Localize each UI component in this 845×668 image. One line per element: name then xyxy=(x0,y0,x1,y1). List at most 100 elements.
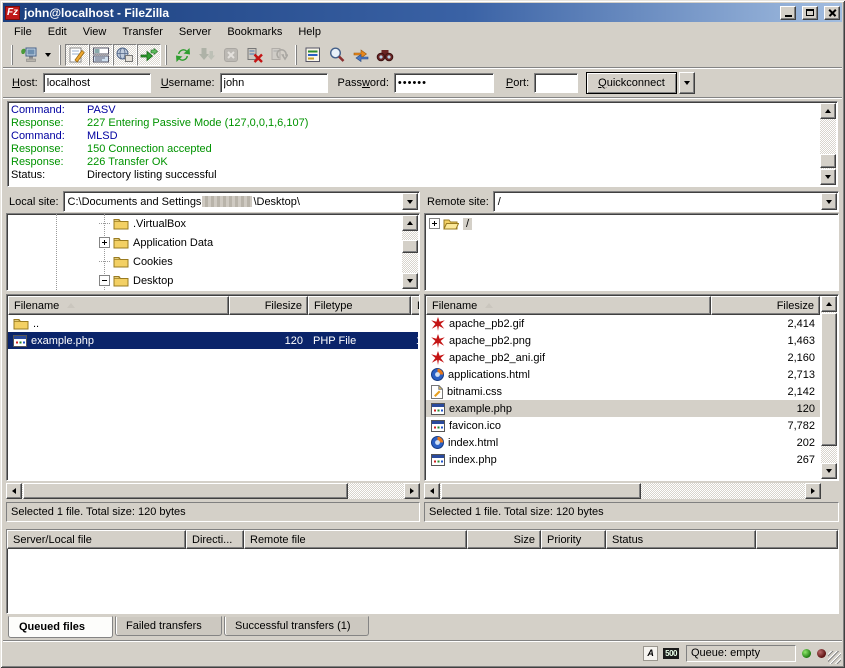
file-row-bitnami-css[interactable]: bitnami.css 2,142 xyxy=(426,383,820,400)
menu-server[interactable]: Server xyxy=(171,23,219,41)
file-row-example-php[interactable]: example.php 120 PHP File 1 xyxy=(8,332,418,349)
column-header-direction[interactable]: Directi... xyxy=(186,530,244,549)
site-manager-button[interactable] xyxy=(17,44,41,66)
menu-help[interactable]: Help xyxy=(290,23,329,41)
file-name: index.html xyxy=(448,437,498,449)
local-site-combo-dropdown[interactable] xyxy=(402,193,418,210)
transfer-type-indicator-icon[interactable]: A xyxy=(643,646,658,661)
file-row-applications-html[interactable]: applications.html 2,713 xyxy=(426,366,820,383)
remote-list-hscrollbar[interactable] xyxy=(424,483,821,499)
transfer-queue-panel[interactable]: Server/Local file Directi... Remote file… xyxy=(6,529,839,614)
menu-view[interactable]: View xyxy=(75,23,115,41)
password-input[interactable] xyxy=(394,73,494,93)
column-header-filesize[interactable]: Filesize xyxy=(229,296,308,315)
minimize-button[interactable] xyxy=(780,6,796,20)
maximize-button[interactable] xyxy=(802,6,818,20)
column-header-server-local-file[interactable]: Server/Local file xyxy=(7,530,186,549)
scroll-down-button[interactable] xyxy=(820,169,836,185)
column-header-last-modified[interactable]: L xyxy=(411,296,420,315)
scroll-left-button[interactable] xyxy=(424,483,440,499)
column-header-status[interactable]: Status xyxy=(606,530,756,549)
remote-site-combo[interactable]: / xyxy=(493,191,839,212)
file-row-favicon-ico[interactable]: favicon.ico 7,782 xyxy=(426,417,820,434)
scrollbar-thumb[interactable] xyxy=(820,154,836,168)
column-header-priority[interactable]: Priority xyxy=(541,530,606,549)
column-header-filetype[interactable]: Filetype xyxy=(308,296,411,315)
column-header-filename[interactable]: Filename xyxy=(8,296,229,315)
menu-edit[interactable]: Edit xyxy=(40,23,75,41)
disconnect-button[interactable] xyxy=(243,44,267,66)
synchronized-browsing-button[interactable] xyxy=(349,44,373,66)
expand-icon[interactable] xyxy=(99,237,110,248)
tab-successful-transfers[interactable]: Successful transfers (1) xyxy=(224,616,369,636)
remote-directory-tree[interactable]: / xyxy=(424,213,839,291)
tree-item-cookies[interactable]: Cookies xyxy=(7,252,419,271)
tree-item-virtualbox[interactable]: .VirtualBox xyxy=(7,214,419,233)
toggle-message-log-button[interactable] xyxy=(65,44,89,66)
toggle-transfer-queue-button[interactable] xyxy=(137,44,161,66)
toggle-local-tree-button[interactable] xyxy=(89,44,113,66)
scrollbar-thumb[interactable] xyxy=(821,313,837,446)
scrollbar-thumb[interactable] xyxy=(23,483,348,499)
toggle-remote-tree-button[interactable] xyxy=(113,44,137,66)
tab-failed-transfers[interactable]: Failed transfers xyxy=(115,616,222,636)
local-file-list[interactable]: Filename Filesize Filetype L .. example.… xyxy=(6,294,420,481)
tree-item-desktop[interactable]: Desktop xyxy=(7,271,419,290)
file-row-parent-dir[interactable]: .. xyxy=(8,315,418,332)
remote-file-list[interactable]: Filename Filesize apache_pb2.gif 2,414 a… xyxy=(424,294,839,481)
tab-queued-files[interactable]: Queued files xyxy=(8,616,113,638)
username-input[interactable] xyxy=(220,73,328,93)
scroll-down-button[interactable] xyxy=(821,463,837,479)
menu-bookmarks[interactable]: Bookmarks xyxy=(219,23,290,41)
site-manager-dropdown-button[interactable] xyxy=(41,44,55,66)
file-row-apache-pb2-png[interactable]: apache_pb2.png 1,463 xyxy=(426,332,820,349)
local-list-hscrollbar[interactable] xyxy=(6,483,420,499)
title-bar[interactable]: Fz john@localhost - FileZilla xyxy=(3,3,842,22)
quickconnect-button[interactable]: Quickconnect xyxy=(586,72,677,94)
refresh-button[interactable] xyxy=(171,44,195,66)
scroll-up-button[interactable] xyxy=(402,215,418,231)
resize-grip[interactable] xyxy=(828,651,841,664)
remote-list-scrollbar[interactable] xyxy=(821,296,837,479)
file-row-apache-pb2-ani-gif[interactable]: apache_pb2_ani.gif 2,160 xyxy=(426,349,820,366)
file-row-index-html[interactable]: index.html 202 xyxy=(426,434,820,451)
column-header-size[interactable]: Size xyxy=(467,530,541,549)
column-header-remote-file[interactable]: Remote file xyxy=(244,530,467,549)
collapse-icon[interactable] xyxy=(99,275,110,286)
directory-filters-button[interactable] xyxy=(301,44,325,66)
tree-item-root[interactable]: / xyxy=(425,214,838,233)
find-files-button[interactable] xyxy=(373,44,397,66)
toolbar xyxy=(3,42,842,67)
menu-transfer[interactable]: Transfer xyxy=(114,23,171,41)
speed-limit-indicator-icon[interactable]: 500 xyxy=(663,648,679,659)
scroll-up-button[interactable] xyxy=(820,103,836,119)
scroll-right-button[interactable] xyxy=(805,483,821,499)
scrollbar-thumb[interactable] xyxy=(402,240,418,253)
expand-icon[interactable] xyxy=(429,218,440,229)
tree-item-application-data[interactable]: Application Data xyxy=(7,233,419,252)
file-row-apache-pb2-gif[interactable]: apache_pb2.gif 2,414 xyxy=(426,315,820,332)
local-tree-scrollbar[interactable] xyxy=(402,215,418,289)
local-directory-tree[interactable]: .VirtualBox Application Data Cookies Des… xyxy=(6,213,420,291)
directory-comparison-button[interactable] xyxy=(325,44,349,66)
quickconnect-dropdown-button[interactable] xyxy=(679,72,695,94)
close-button[interactable] xyxy=(824,6,840,20)
column-header-filesize[interactable]: Filesize xyxy=(711,296,820,315)
scroll-up-button[interactable] xyxy=(821,296,837,312)
scrollbar-thumb[interactable] xyxy=(441,483,641,499)
scroll-left-button[interactable] xyxy=(6,483,22,499)
queue-list-area[interactable] xyxy=(8,550,837,612)
toolbar-grip[interactable] xyxy=(11,45,13,65)
menu-file[interactable]: File xyxy=(6,23,40,41)
column-header-filename[interactable]: Filename xyxy=(426,296,711,315)
message-log[interactable]: Command:PASV Response:227 Entering Passi… xyxy=(7,101,838,187)
log-scrollbar[interactable] xyxy=(820,103,836,185)
scroll-right-button[interactable] xyxy=(404,483,420,499)
file-row-example-php[interactable]: example.php 120 xyxy=(426,400,820,417)
local-site-combo[interactable]: C:\Documents and Settings\Desktop\ xyxy=(63,191,420,212)
file-row-index-php[interactable]: index.php 267 xyxy=(426,451,820,468)
remote-site-combo-dropdown[interactable] xyxy=(821,193,837,210)
port-input[interactable] xyxy=(534,73,578,93)
host-input[interactable] xyxy=(43,73,151,93)
scroll-down-button[interactable] xyxy=(402,273,418,289)
